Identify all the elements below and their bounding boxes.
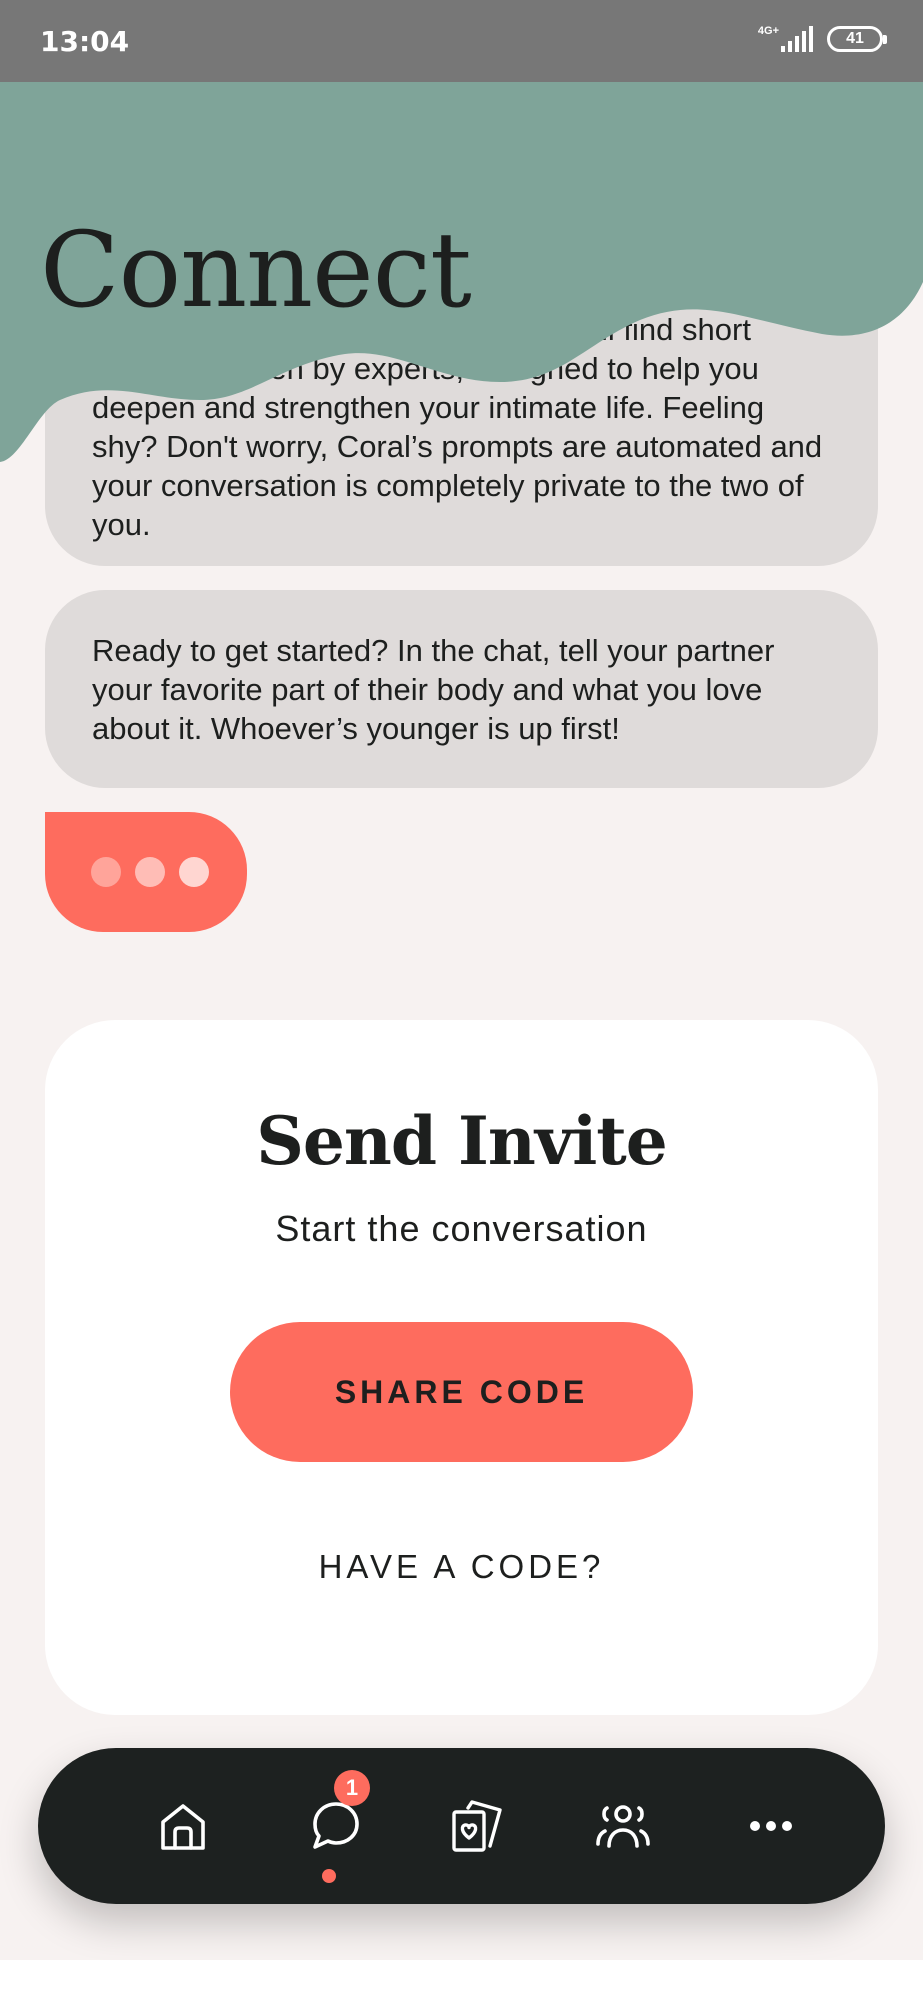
battery-icon: 41 <box>827 26 887 52</box>
invite-subtitle: Start the conversation <box>275 1208 648 1249</box>
signal-icon <box>781 26 813 52</box>
people-icon <box>596 1805 650 1848</box>
message-text: Ready to get started? In the chat, tell … <box>92 633 775 746</box>
page-title: Connect <box>40 209 472 331</box>
network-type: 4G+ <box>757 24 779 37</box>
status-bar: 13:04 4G+ 41 <box>0 0 923 82</box>
nav-cards-button[interactable] <box>446 1796 506 1856</box>
nav-home-button[interactable] <box>153 1796 213 1856</box>
invite-title: Send Invite <box>256 1102 668 1180</box>
battery-level: 41 <box>846 30 864 47</box>
typing-dot <box>179 857 209 887</box>
more-dots-icon <box>750 1821 792 1831</box>
status-icons: 4G+ 41 <box>757 24 887 52</box>
home-icon <box>161 1804 205 1850</box>
bottom-nav: 1 <box>38 1748 885 1904</box>
have-a-code-link[interactable]: HAVE A CODE? <box>45 1548 878 1586</box>
cards-heart-icon <box>452 1800 502 1852</box>
typing-dot <box>91 857 121 887</box>
message-bubble-prompt: Ready to get started? In the chat, tell … <box>45 590 878 788</box>
nav-partner-button[interactable] <box>593 1796 653 1856</box>
chat-unread-badge: 1 <box>334 1770 370 1806</box>
nav-more-button[interactable] <box>741 1796 801 1856</box>
typing-dot <box>135 857 165 887</box>
active-tab-indicator <box>322 1869 336 1883</box>
share-code-button[interactable]: SHARE CODE <box>230 1322 693 1462</box>
typing-indicator <box>45 812 247 932</box>
send-invite-panel: Send Invite Start the conversation SHARE… <box>45 1020 878 1715</box>
status-time: 13:04 <box>40 25 130 58</box>
system-navigation-area <box>0 1960 923 1999</box>
